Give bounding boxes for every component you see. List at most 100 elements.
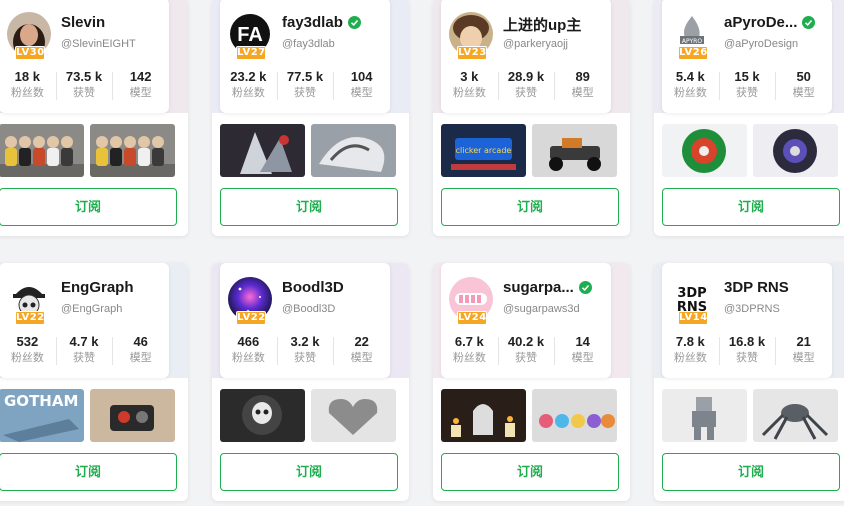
level-badge: LV22 <box>15 311 45 325</box>
creator-name-text[interactable]: fay3dlab <box>282 14 343 31</box>
subscribe-button[interactable]: 订阅 <box>662 453 840 491</box>
creator-name[interactable]: EngGraph <box>61 279 134 296</box>
creator-card[interactable]: LV23 上进的up主 @parkeryaojj 3 k 粉丝数 28.9 k 获赞 89 模型… <box>433 0 630 236</box>
creator-card[interactable]: LV30 Slevin @SlevinEIGHT 18 k 粉丝数 73.5 k 获赞 142… <box>0 0 188 236</box>
subscribe-button[interactable]: 订阅 <box>220 453 398 491</box>
model-thumbnail[interactable] <box>753 124 838 177</box>
creator-name[interactable]: Boodl3D <box>282 279 344 296</box>
creator-stats: 466 粉丝数 3.2 k 获赞 22 模型 <box>220 333 390 369</box>
stat-label: 获赞 <box>294 352 316 364</box>
creator-handle: @EngGraph <box>61 303 123 315</box>
creator-card[interactable]: FA LV27 fay3dlab @fay3dlab 23.2 k 粉丝数 77.5 k 获赞… <box>212 0 409 236</box>
creator-name-text[interactable]: sugarpa... <box>503 279 574 296</box>
model-thumbnails: GOTHAM <box>0 389 177 442</box>
model-thumbnails <box>662 389 840 442</box>
stat-label: 获赞 <box>73 87 95 99</box>
stat-label: 模型 <box>571 87 594 99</box>
creator-name[interactable]: 3DP RNS <box>724 279 789 296</box>
stat-value: 18 k <box>14 69 40 84</box>
stat-value: 5.4 k <box>675 69 705 84</box>
model-thumbnail[interactable] <box>532 389 617 442</box>
stat-label: 粉丝数 <box>231 352 265 364</box>
creator-stats: 18 k 粉丝数 73.5 k 获赞 142 模型 <box>0 68 169 104</box>
stat-value: 7.8 k <box>675 334 705 349</box>
creator-info-panel: LV22 EngGraph @EngGraph 532 粉丝数 4.7 k 获赞 46 模型 <box>0 263 169 378</box>
creator-name-text[interactable]: EngGraph <box>61 279 134 296</box>
subscribe-button[interactable]: 订阅 <box>662 188 840 226</box>
stat-fans: 23.2 k 粉丝数 <box>220 68 277 104</box>
stat-fans: 7.8 k 粉丝数 <box>662 333 719 369</box>
subscribe-button[interactable]: 订阅 <box>0 188 177 226</box>
model-thumbnail[interactable] <box>220 124 305 177</box>
model-thumbnail[interactable] <box>90 389 175 442</box>
model-thumbnail[interactable] <box>532 124 617 177</box>
model-thumbnail[interactable] <box>311 124 396 177</box>
model-thumbnail[interactable] <box>0 124 84 177</box>
stat-label: 模型 <box>350 87 373 99</box>
stat-label: 粉丝数 <box>452 352 486 364</box>
stat-models: 50 模型 <box>775 68 832 104</box>
subscribe-button[interactable]: 订阅 <box>441 453 619 491</box>
model-thumbnails <box>220 389 398 442</box>
creator-card[interactable]: LV22 EngGraph @EngGraph 532 粉丝数 4.7 k 获赞 46 模型 GO… <box>0 263 188 501</box>
creator-card[interactable]: 3DP RNS LV14 3DP RNS @3DPRNS 7.8 k 粉丝数 16.8 k 获赞… <box>654 263 844 501</box>
stat-label: 获赞 <box>515 87 537 99</box>
stat-label: 粉丝数 <box>452 87 486 99</box>
stat-models: 46 模型 <box>112 333 169 369</box>
creator-stats: 23.2 k 粉丝数 77.5 k 获赞 104 模型 <box>220 68 390 104</box>
stat-value: 16.8 k <box>728 334 766 349</box>
stat-fans: 466 粉丝数 <box>220 333 277 369</box>
stat-value: 6.7 k <box>454 334 484 349</box>
model-thumbnail[interactable] <box>753 389 838 442</box>
stat-label: 获赞 <box>73 352 95 364</box>
svg-text:APYRO: APYRO <box>682 38 702 45</box>
stat-label: 获赞 <box>515 352 537 364</box>
model-thumbnails <box>220 124 398 177</box>
level-badge: LV27 <box>236 46 266 60</box>
model-thumbnail[interactable]: clicker arcade <box>441 124 526 177</box>
stat-value: 28.9 k <box>507 69 545 84</box>
stat-label: 模型 <box>129 352 152 364</box>
model-thumbnail[interactable] <box>311 389 396 442</box>
stat-label: 获赞 <box>736 87 758 99</box>
subscribe-button[interactable]: 订阅 <box>220 188 398 226</box>
creator-handle: @sugarpaws3d <box>503 303 580 315</box>
creator-name-text[interactable]: Slevin <box>61 14 105 31</box>
stat-label: 粉丝数 <box>10 87 44 99</box>
stat-value: 142 <box>129 69 152 84</box>
creator-info-panel: LV24 sugarpa... @sugarpaws3d 6.7 k 粉丝数 40.2 k… <box>441 263 611 378</box>
model-thumbnail[interactable] <box>90 124 175 177</box>
stat-value: 466 <box>237 334 260 349</box>
model-thumbnail[interactable]: GOTHAM <box>0 389 84 442</box>
creator-name[interactable]: Slevin <box>61 14 105 31</box>
svg-text:3DP: 3DP <box>677 286 706 301</box>
creator-name-text[interactable]: 3DP RNS <box>724 279 789 296</box>
creator-name-text[interactable]: Boodl3D <box>282 279 344 296</box>
creator-card[interactable]: LV24 sugarpa... @sugarpaws3d 6.7 k 粉丝数 40.2 k… <box>433 263 630 501</box>
model-thumbnail[interactable] <box>662 389 747 442</box>
creator-card[interactable]: LV22 Boodl3D @Boodl3D 466 粉丝数 3.2 k 获赞 22 模型 订阅 <box>212 263 409 501</box>
creator-card[interactable]: APYRO LV26 aPyroDe... @aPyroDesign 5.4 k 粉丝数 1… <box>654 0 844 236</box>
subscribe-button[interactable]: 订阅 <box>0 453 177 491</box>
stat-models: 104 模型 <box>333 68 390 104</box>
model-thumbnail[interactable] <box>441 389 526 442</box>
svg-text:GOTHAM: GOTHAM <box>4 392 78 410</box>
model-thumbnail[interactable] <box>220 389 305 442</box>
creator-info-panel: LV22 Boodl3D @Boodl3D 466 粉丝数 3.2 k 获赞 22 模型 <box>220 263 390 378</box>
stat-models: 21 模型 <box>775 333 832 369</box>
stat-models: 142 模型 <box>112 68 169 104</box>
stat-value: 3 k <box>460 69 479 84</box>
creator-name[interactable]: 上进的up主 <box>503 14 581 35</box>
creator-name[interactable]: fay3dlab <box>282 14 361 31</box>
creator-name-text[interactable]: 上进的up主 <box>503 14 581 35</box>
creator-grid: LV30 Slevin @SlevinEIGHT 18 k 粉丝数 73.5 k 获赞 142… <box>0 0 844 506</box>
creator-name[interactable]: sugarpa... <box>503 279 592 296</box>
stat-label: 模型 <box>792 87 815 99</box>
stat-value: 22 <box>354 334 369 349</box>
creator-name-text[interactable]: aPyroDe... <box>724 14 797 31</box>
level-badge: LV14 <box>678 311 708 325</box>
creator-name[interactable]: aPyroDe... <box>724 14 816 31</box>
stat-fans: 18 k 粉丝数 <box>0 68 56 104</box>
model-thumbnail[interactable] <box>662 124 747 177</box>
subscribe-button[interactable]: 订阅 <box>441 188 619 226</box>
